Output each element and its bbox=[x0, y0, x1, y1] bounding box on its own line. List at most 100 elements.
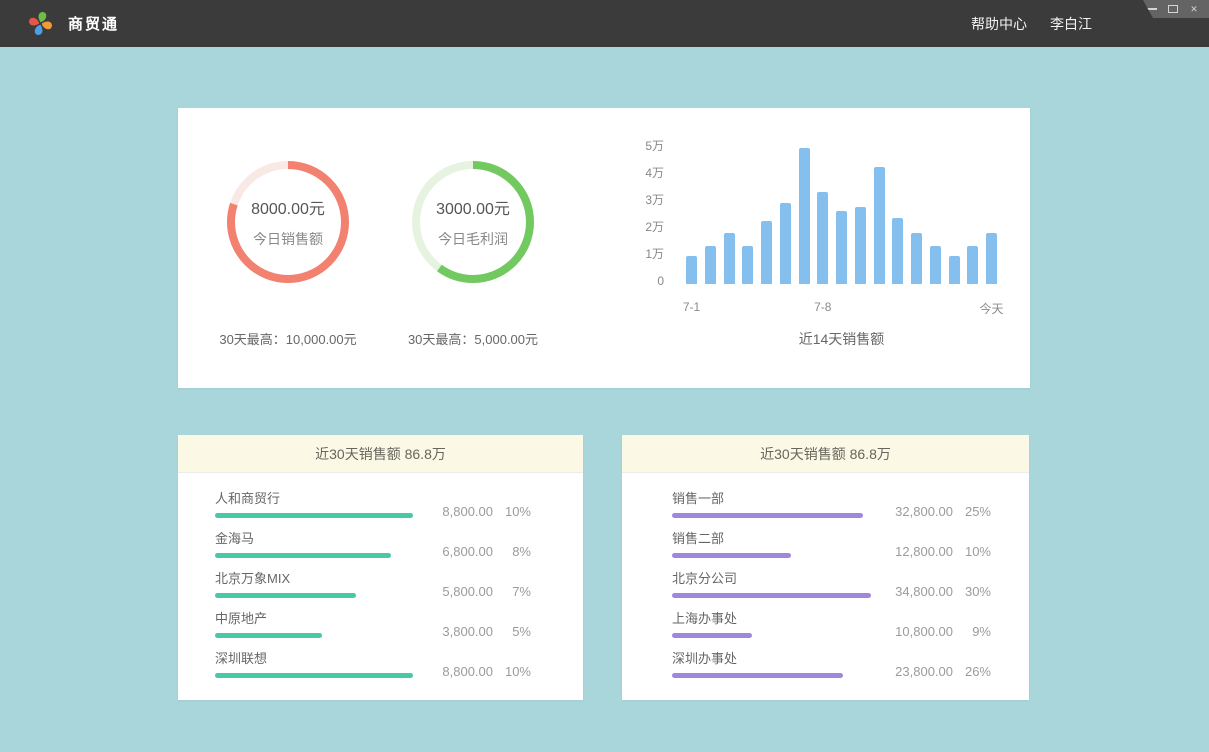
ranking-values: 12,800.0010% bbox=[863, 544, 991, 559]
logo-petal-red bbox=[29, 18, 39, 26]
customer-sales-ranking-panel: 近30天销售额 86.8万 人和商贸行8,800.0010%金海马6,800.0… bbox=[178, 435, 583, 700]
sales-bar bbox=[855, 207, 866, 284]
ranking-bar bbox=[215, 673, 413, 678]
titlebar: 商贸通 帮助中心 李白江 ✕ bbox=[0, 0, 1209, 47]
ranking-values: 32,800.0025% bbox=[863, 504, 991, 519]
sales-bar bbox=[686, 256, 697, 284]
sales-bar bbox=[817, 192, 828, 284]
ranking-values: 23,800.0026% bbox=[863, 664, 991, 679]
titlebar-menu: 帮助中心 李白江 bbox=[971, 14, 1092, 34]
sales-bar bbox=[967, 246, 978, 284]
dashboard: 8000.00元 今日销售额 30天最高：10,000.00元 3000.00元… bbox=[0, 47, 1209, 752]
sales-bar bbox=[799, 148, 810, 284]
ranking-bar bbox=[215, 633, 322, 638]
ranking-amount: 23,800.00 bbox=[863, 664, 953, 679]
ranking-values: 34,800.0030% bbox=[863, 584, 991, 599]
sales-bar bbox=[911, 233, 922, 284]
ranking-amount: 10,800.00 bbox=[863, 624, 953, 639]
customer-ranking-list: 人和商贸行8,800.0010%金海马6,800.008%北京万象MIX5,80… bbox=[178, 473, 583, 691]
department-sales-ranking-panel: 近30天销售额 86.8万 销售一部32,800.0025%销售二部12,800… bbox=[622, 435, 1029, 700]
ranking-percent: 9% bbox=[953, 624, 991, 639]
minimize-icon bbox=[1147, 8, 1157, 10]
ranking-percent: 10% bbox=[953, 544, 991, 559]
app-logo bbox=[27, 10, 54, 37]
ranking-row: 北京万象MIX5,800.007% bbox=[178, 571, 583, 611]
ranking-row: 深圳联想8,800.0010% bbox=[178, 651, 583, 691]
ranking-amount: 5,800.00 bbox=[403, 584, 493, 599]
close-button[interactable]: ✕ bbox=[1188, 3, 1200, 15]
panel-header: 近30天销售额 86.8万 bbox=[178, 435, 583, 473]
ranking-bar bbox=[672, 673, 843, 678]
help-center-link[interactable]: 帮助中心 bbox=[971, 14, 1027, 34]
ranking-row: 上海办事处10,800.009% bbox=[622, 611, 1029, 651]
sales-bar bbox=[836, 211, 847, 284]
ranking-row: 北京分公司34,800.0030% bbox=[622, 571, 1029, 611]
x-axis-tick: 7-1 bbox=[662, 300, 722, 314]
ranking-bar bbox=[215, 553, 391, 558]
ranking-amount: 3,800.00 bbox=[403, 624, 493, 639]
ranking-row: 金海马6,800.008% bbox=[178, 531, 583, 571]
ranking-values: 10,800.009% bbox=[863, 624, 991, 639]
y-axis-tick: 3万 bbox=[608, 192, 664, 208]
ranking-amount: 12,800.00 bbox=[863, 544, 953, 559]
daily-sales-chart: 近14天销售额 5万 4万 3万 2万 1万 0 7-1 7-8 今天 bbox=[178, 108, 1030, 388]
ranking-amount: 32,800.00 bbox=[863, 504, 953, 519]
sales-bar bbox=[874, 167, 885, 284]
window-controls: ✕ bbox=[1143, 0, 1209, 18]
sales-bar bbox=[892, 218, 903, 284]
ranking-bar bbox=[672, 553, 791, 558]
panel-header: 近30天销售额 86.8万 bbox=[622, 435, 1029, 473]
ranking-percent: 5% bbox=[493, 624, 531, 639]
close-icon: ✕ bbox=[1190, 5, 1198, 14]
sales-bar bbox=[986, 233, 997, 284]
ranking-amount: 6,800.00 bbox=[403, 544, 493, 559]
sales-bar bbox=[742, 246, 753, 284]
overview-panel: 8000.00元 今日销售额 30天最高：10,000.00元 3000.00元… bbox=[178, 108, 1030, 388]
department-ranking-list: 销售一部32,800.0025%销售二部12,800.0010%北京分公司34,… bbox=[622, 473, 1029, 691]
user-menu[interactable]: 李白江 bbox=[1050, 14, 1092, 34]
ranking-amount: 8,800.00 bbox=[403, 664, 493, 679]
ranking-amount: 8,800.00 bbox=[403, 504, 493, 519]
sales-bar bbox=[949, 256, 960, 284]
minimize-button[interactable] bbox=[1146, 3, 1158, 15]
y-axis-tick: 0 bbox=[608, 273, 664, 289]
ranking-bar bbox=[672, 633, 752, 638]
department-ranking-title: 近30天销售额 86.8万 bbox=[760, 446, 891, 462]
y-axis-tick: 5万 bbox=[608, 138, 664, 154]
x-axis-tick: 今天 bbox=[962, 300, 1022, 317]
app-title: 商贸通 bbox=[68, 13, 119, 34]
maximize-button[interactable] bbox=[1167, 3, 1179, 15]
ranking-percent: 8% bbox=[493, 544, 531, 559]
y-axis-tick: 1万 bbox=[608, 246, 664, 262]
ranking-values: 8,800.0010% bbox=[403, 664, 531, 679]
ranking-bar bbox=[672, 513, 863, 518]
sales-bar bbox=[724, 233, 735, 284]
customer-ranking-title: 近30天销售额 86.8万 bbox=[315, 446, 446, 462]
daily-sales-chart-title: 近14天销售额 bbox=[686, 329, 997, 349]
sales-bar bbox=[930, 246, 941, 284]
ranking-bar bbox=[215, 513, 413, 518]
ranking-percent: 7% bbox=[493, 584, 531, 599]
ranking-row: 中原地产3,800.005% bbox=[178, 611, 583, 651]
ranking-percent: 10% bbox=[493, 664, 531, 679]
ranking-row: 人和商贸行8,800.0010% bbox=[178, 491, 583, 531]
ranking-row: 销售二部12,800.0010% bbox=[622, 531, 1029, 571]
y-axis-tick: 2万 bbox=[608, 219, 664, 235]
ranking-bar bbox=[672, 593, 871, 598]
sales-bar bbox=[705, 246, 716, 284]
logo-petal-blue bbox=[35, 25, 43, 35]
sales-bar bbox=[780, 203, 791, 284]
ranking-percent: 25% bbox=[953, 504, 991, 519]
logo-petal-green bbox=[39, 12, 47, 22]
ranking-row: 深圳办事处23,800.0026% bbox=[622, 651, 1029, 691]
sales-bar bbox=[761, 221, 772, 284]
ranking-values: 3,800.005% bbox=[403, 624, 531, 639]
ranking-percent: 30% bbox=[953, 584, 991, 599]
x-axis-tick: 7-8 bbox=[793, 300, 853, 314]
ranking-amount: 34,800.00 bbox=[863, 584, 953, 599]
ranking-bar bbox=[215, 593, 356, 598]
y-axis-tick: 4万 bbox=[608, 165, 664, 181]
ranking-values: 6,800.008% bbox=[403, 544, 531, 559]
maximize-icon bbox=[1168, 5, 1178, 13]
ranking-percent: 26% bbox=[953, 664, 991, 679]
